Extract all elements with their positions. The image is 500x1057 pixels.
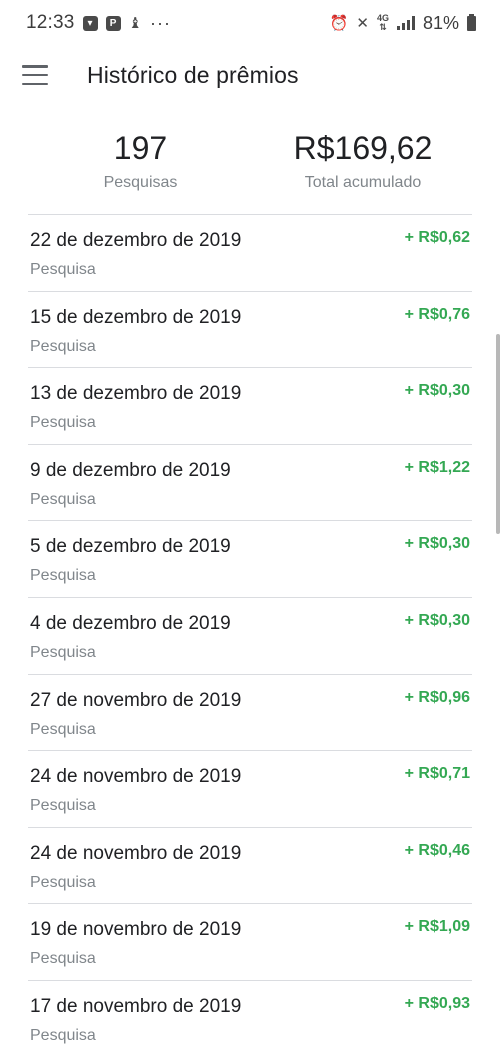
history-item-date: 9 de dezembro de 2019 bbox=[30, 459, 231, 481]
history-item-type: Pesquisa bbox=[30, 1026, 96, 1044]
history-item-amount: + R$0,62 bbox=[404, 229, 470, 246]
status-time: 12:33 bbox=[26, 12, 75, 33]
history-list-item[interactable]: 15 de dezembro de 2019 Pesquisa + R$0,76 bbox=[28, 290, 472, 368]
history-item-type: Pesquisa bbox=[30, 337, 96, 355]
history-item-amount: + R$0,30 bbox=[404, 535, 470, 553]
history-item-amount: + R$1,09 bbox=[404, 918, 470, 936]
signal-strength-icon bbox=[396, 16, 415, 30]
total-earned-label: Total acumulado bbox=[304, 174, 422, 191]
history-list-item[interactable]: 13 de dezembro de 2019 Pesquisa + R$0,30 bbox=[28, 367, 472, 444]
rewards-history-list: 22 de dezembro de 2019 Pesquisa + R$0,62 15… bbox=[28, 214, 472, 1057]
scrollbar[interactable] bbox=[496, 334, 500, 534]
total-earned-stat: R$169,62 Total acumulado bbox=[278, 128, 448, 192]
history-item-type: Pesquisa bbox=[30, 490, 96, 508]
app-notification-icon: P bbox=[105, 15, 121, 31]
history-list-item[interactable]: 17 de novembro de 2019 Pesquisa + R$0,93 bbox=[28, 979, 472, 1057]
history-item-amount: + R$0,76 bbox=[404, 305, 470, 323]
history-item-amount: + R$0,71 bbox=[404, 765, 470, 783]
history-item-date: 4 de dezembro de 2019 bbox=[30, 612, 231, 634]
mute-icon: ✕ bbox=[356, 14, 369, 32]
history-item-date: 24 de novembro de 2019 bbox=[30, 766, 242, 788]
history-item-amount: + R$0,30 bbox=[404, 382, 470, 400]
history-item-date: 22 de dezembro de 2019 bbox=[30, 230, 242, 251]
history-list-item[interactable]: 9 de dezembro de 2019 Pesquisa + R$1,22 bbox=[28, 443, 472, 521]
history-list-item[interactable]: 4 de dezembro de 2019 Pesquisa + R$0,30 bbox=[28, 596, 472, 674]
history-list-item[interactable]: 5 de dezembro de 2019 Pesquisa + R$0,30 bbox=[28, 520, 472, 597]
battery-icon bbox=[467, 13, 476, 31]
history-item-type: Pesquisa bbox=[30, 720, 96, 738]
page-title: Histórico de prêmios bbox=[87, 61, 299, 88]
history-item-amount: + R$0,96 bbox=[404, 688, 470, 706]
history-item-type: Pesquisa bbox=[30, 643, 96, 661]
menu-icon[interactable] bbox=[22, 65, 48, 85]
history-item-date: 15 de dezembro de 2019 bbox=[30, 306, 242, 328]
history-item-type: Pesquisa bbox=[30, 797, 96, 815]
battery-percentage: 81% bbox=[422, 12, 459, 33]
history-item-date: 19 de novembro de 2019 bbox=[30, 919, 242, 941]
history-item-date: 13 de dezembro de 2019 bbox=[30, 383, 242, 405]
status-left: 12:33 ▾ P ♝ ··· bbox=[26, 12, 171, 34]
surveys-count-stat: 197 Pesquisas bbox=[83, 128, 198, 192]
status-bar: 12:33 ▾ P ♝ ··· ⏰ ✕ 4G ⇅ 81% bbox=[0, 0, 500, 46]
history-item-type: Pesquisa bbox=[30, 873, 96, 891]
status-right: ⏰ ✕ 4G ⇅ 81% bbox=[330, 13, 476, 34]
history-list-item[interactable]: 22 de dezembro de 2019 Pesquisa + R$0,62 bbox=[28, 214, 472, 291]
total-earned-value: R$169,62 bbox=[293, 130, 433, 166]
surveys-count-label: Pesquisas bbox=[103, 174, 178, 191]
history-item-type: Pesquisa bbox=[30, 950, 96, 968]
history-item-date: 5 de dezembro de 2019 bbox=[30, 536, 231, 558]
message-notification-icon: ▾ bbox=[82, 15, 98, 31]
history-list-item[interactable]: 19 de novembro de 2019 Pesquisa + R$1,09 bbox=[28, 903, 472, 980]
history-item-amount: + R$0,30 bbox=[404, 611, 470, 629]
rewards-summary: 197 Pesquisas R$169,62 Total acumulado bbox=[28, 128, 472, 198]
history-item-amount: + R$0,93 bbox=[404, 994, 470, 1012]
history-item-type: Pesquisa bbox=[30, 261, 96, 278]
history-item-type: Pesquisa bbox=[30, 414, 96, 432]
history-item-date: 17 de novembro de 2019 bbox=[30, 995, 242, 1017]
more-notifications-icon: ··· bbox=[150, 12, 171, 33]
app-bar: Histórico de prêmios bbox=[0, 46, 500, 104]
history-item-amount: + R$0,46 bbox=[404, 841, 470, 859]
history-list-item[interactable]: 24 de novembro de 2019 Pesquisa + R$0,46 bbox=[28, 826, 472, 904]
alarm-icon: ⏰ bbox=[329, 14, 349, 32]
history-item-date: 24 de novembro de 2019 bbox=[30, 842, 242, 864]
bell-notification-icon: ♝ bbox=[128, 14, 142, 32]
surveys-count-value: 197 bbox=[113, 130, 168, 166]
network-type-icon: 4G ⇅ bbox=[376, 13, 389, 32]
history-list-item[interactable]: 24 de novembro de 2019 Pesquisa + R$0,71 bbox=[28, 750, 472, 827]
history-item-amount: + R$1,22 bbox=[404, 458, 470, 476]
history-item-date: 27 de novembro de 2019 bbox=[30, 689, 242, 711]
history-list-item[interactable]: 27 de novembro de 2019 Pesquisa + R$0,96 bbox=[28, 673, 472, 751]
history-item-type: Pesquisa bbox=[30, 567, 96, 585]
